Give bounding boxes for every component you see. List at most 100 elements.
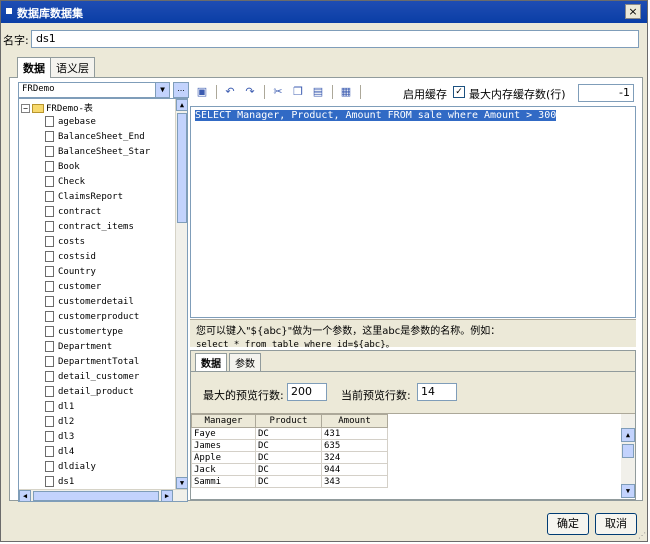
max-cache-rows-input[interactable]: -1 <box>578 84 634 102</box>
tree-item[interactable]: Check <box>45 176 150 191</box>
preview-tab-data[interactable]: 数据 <box>195 353 227 371</box>
tree-item-label: Check <box>58 177 86 187</box>
redo-icon[interactable]: ↷ <box>242 84 258 100</box>
tree-item[interactable]: dl2 <box>45 416 150 431</box>
tree-item[interactable]: Country <box>45 266 150 281</box>
scroll-left-icon[interactable]: ◀ <box>19 490 31 501</box>
current-preview-label: 当前预览行数: <box>341 389 411 402</box>
undo-icon[interactable]: ↶ <box>222 84 238 100</box>
tree-item[interactable]: Department <box>45 341 150 356</box>
table-icon <box>45 446 54 457</box>
tree-vertical-scrollbar[interactable]: ▲ ▼ <box>175 99 187 489</box>
tree-item[interactable]: customer <box>45 281 150 296</box>
tab-semantic-layer[interactable]: 语义层 <box>50 57 95 77</box>
copy-icon[interactable]: ❐ <box>290 84 306 100</box>
preview-icon[interactable]: ▣ <box>194 84 210 100</box>
tree-item[interactable]: dldialy <box>45 461 150 476</box>
column-header[interactable]: Product <box>255 414 322 428</box>
sql-editor[interactable]: SELECT Manager, Product, Amount FROM sal… <box>190 106 636 318</box>
close-button[interactable]: × <box>625 4 641 19</box>
paste-icon[interactable]: ▤ <box>310 84 326 100</box>
tree-item[interactable]: BalanceSheet_Star <box>45 146 150 161</box>
tree-item-label: contract <box>58 207 102 217</box>
tree-item-label: agebase <box>58 117 96 127</box>
table-cell: DC <box>255 451 322 464</box>
datasource-select[interactable]: FRDemo ▼ <box>18 82 170 98</box>
scroll-down-icon[interactable]: ▼ <box>176 477 187 489</box>
tree-item-label: contract_items <box>58 222 134 232</box>
tree-item[interactable]: customerproduct <box>45 311 150 326</box>
tab-data[interactable]: 数据 <box>17 57 51 78</box>
cache-checkbox[interactable]: ✓ <box>453 86 465 98</box>
table-row[interactable]: Faye DC 431 <box>191 427 388 440</box>
scroll-up-icon[interactable]: ▲ <box>176 99 187 111</box>
tree-item[interactable]: contract <box>45 206 150 221</box>
toolbar-separator <box>264 85 265 99</box>
tree-item[interactable]: contract_items <box>45 221 150 236</box>
grid-vertical-scrollbar[interactable]: ▲ ▼ <box>621 414 635 498</box>
table-row[interactable]: Jack DC 944 <box>191 463 388 476</box>
tree-root[interactable]: − FRDemo-表 <box>21 101 93 115</box>
table-row[interactable]: James DC 635 <box>191 439 388 452</box>
sql-toolbar: ▣ ↶ ↷ ✂ ❐ ▤ ▦ 启用缓存 ✓ 最大内存缓存数(行) -1 <box>190 82 640 104</box>
cancel-button[interactable]: 取消 <box>595 513 637 535</box>
datasource-more-button[interactable]: ... <box>173 82 189 98</box>
chevron-down-icon[interactable]: ▼ <box>155 83 169 97</box>
tree-item[interactable]: agebase <box>45 116 150 131</box>
tree-item[interactable]: dl1 <box>45 401 150 416</box>
table-icon <box>45 476 54 487</box>
table-icon <box>45 281 54 292</box>
title-bar[interactable]: 数据库数据集 × <box>1 1 647 23</box>
window-title: 数据库数据集 <box>17 7 83 20</box>
tree-item-label: customer <box>58 282 102 292</box>
tree-item-label: costsid <box>58 252 96 262</box>
scroll-thumb[interactable] <box>622 444 634 458</box>
tree-item[interactable]: costsid <box>45 251 150 266</box>
tree-item[interactable]: dl4 <box>45 446 150 461</box>
column-header[interactable]: Amount <box>321 414 388 428</box>
divider <box>191 371 635 372</box>
preview-tab-params[interactable]: 参数 <box>229 353 261 371</box>
tree-item[interactable]: dl3 <box>45 431 150 446</box>
name-input[interactable]: ds1 <box>31 30 639 48</box>
tree-item[interactable]: customerdetail <box>45 296 150 311</box>
resize-grip-icon[interactable]: ⋰ <box>638 531 646 540</box>
tree-item-label: dl4 <box>58 447 75 457</box>
scroll-down-icon[interactable]: ▼ <box>621 484 635 498</box>
table-icon <box>45 416 54 427</box>
tree-item-label: ds1 <box>58 477 75 487</box>
table-icon <box>45 431 54 442</box>
max-cache-rows-label: 最大内存缓存数(行) <box>469 88 566 101</box>
tree-item[interactable]: Book <box>45 161 150 176</box>
tree-item[interactable]: detail_customer <box>45 371 150 386</box>
tree-item[interactable]: costs <box>45 236 150 251</box>
current-preview-input[interactable]: 14 <box>417 383 457 401</box>
table-icon <box>45 326 54 337</box>
scroll-thumb[interactable] <box>177 113 187 223</box>
scroll-right-icon[interactable]: ▶ <box>161 490 173 501</box>
tree-item[interactable]: DepartmentTotal <box>45 356 150 371</box>
scroll-up-icon[interactable]: ▲ <box>621 428 635 442</box>
cache-label: 启用缓存 <box>403 88 447 101</box>
tree-item-label: BalanceSheet_Star <box>58 147 151 157</box>
max-preview-input[interactable]: 200 <box>287 383 327 401</box>
table-icon <box>45 311 54 322</box>
tree-item[interactable]: detail_product <box>45 386 150 401</box>
format-icon[interactable]: ▦ <box>338 84 354 100</box>
collapse-icon[interactable]: − <box>21 104 30 113</box>
ok-button[interactable]: 确定 <box>547 513 589 535</box>
toolbar-separator <box>360 85 361 99</box>
preview-grid[interactable]: Manager Product Amount Faye DC 431 James DC 635… <box>191 413 635 499</box>
tree-horizontal-scrollbar[interactable]: ◀ ▶ <box>19 489 187 501</box>
tree-item[interactable]: ClaimsReport <box>45 191 150 206</box>
tree-item[interactable]: BalanceSheet_End <box>45 131 150 146</box>
scroll-thumb-horizontal[interactable] <box>33 491 159 501</box>
table-row[interactable]: Sammi DC 343 <box>191 475 388 488</box>
table-icon <box>45 176 54 187</box>
table-row[interactable]: Apple DC 324 <box>191 451 388 464</box>
cut-icon[interactable]: ✂ <box>270 84 286 100</box>
column-header[interactable]: Manager <box>191 414 256 428</box>
table-tree[interactable]: − FRDemo-表 agebase BalanceSheet_End Balance… <box>18 98 188 502</box>
table-icon <box>45 206 54 217</box>
tree-item[interactable]: customertype <box>45 326 150 341</box>
